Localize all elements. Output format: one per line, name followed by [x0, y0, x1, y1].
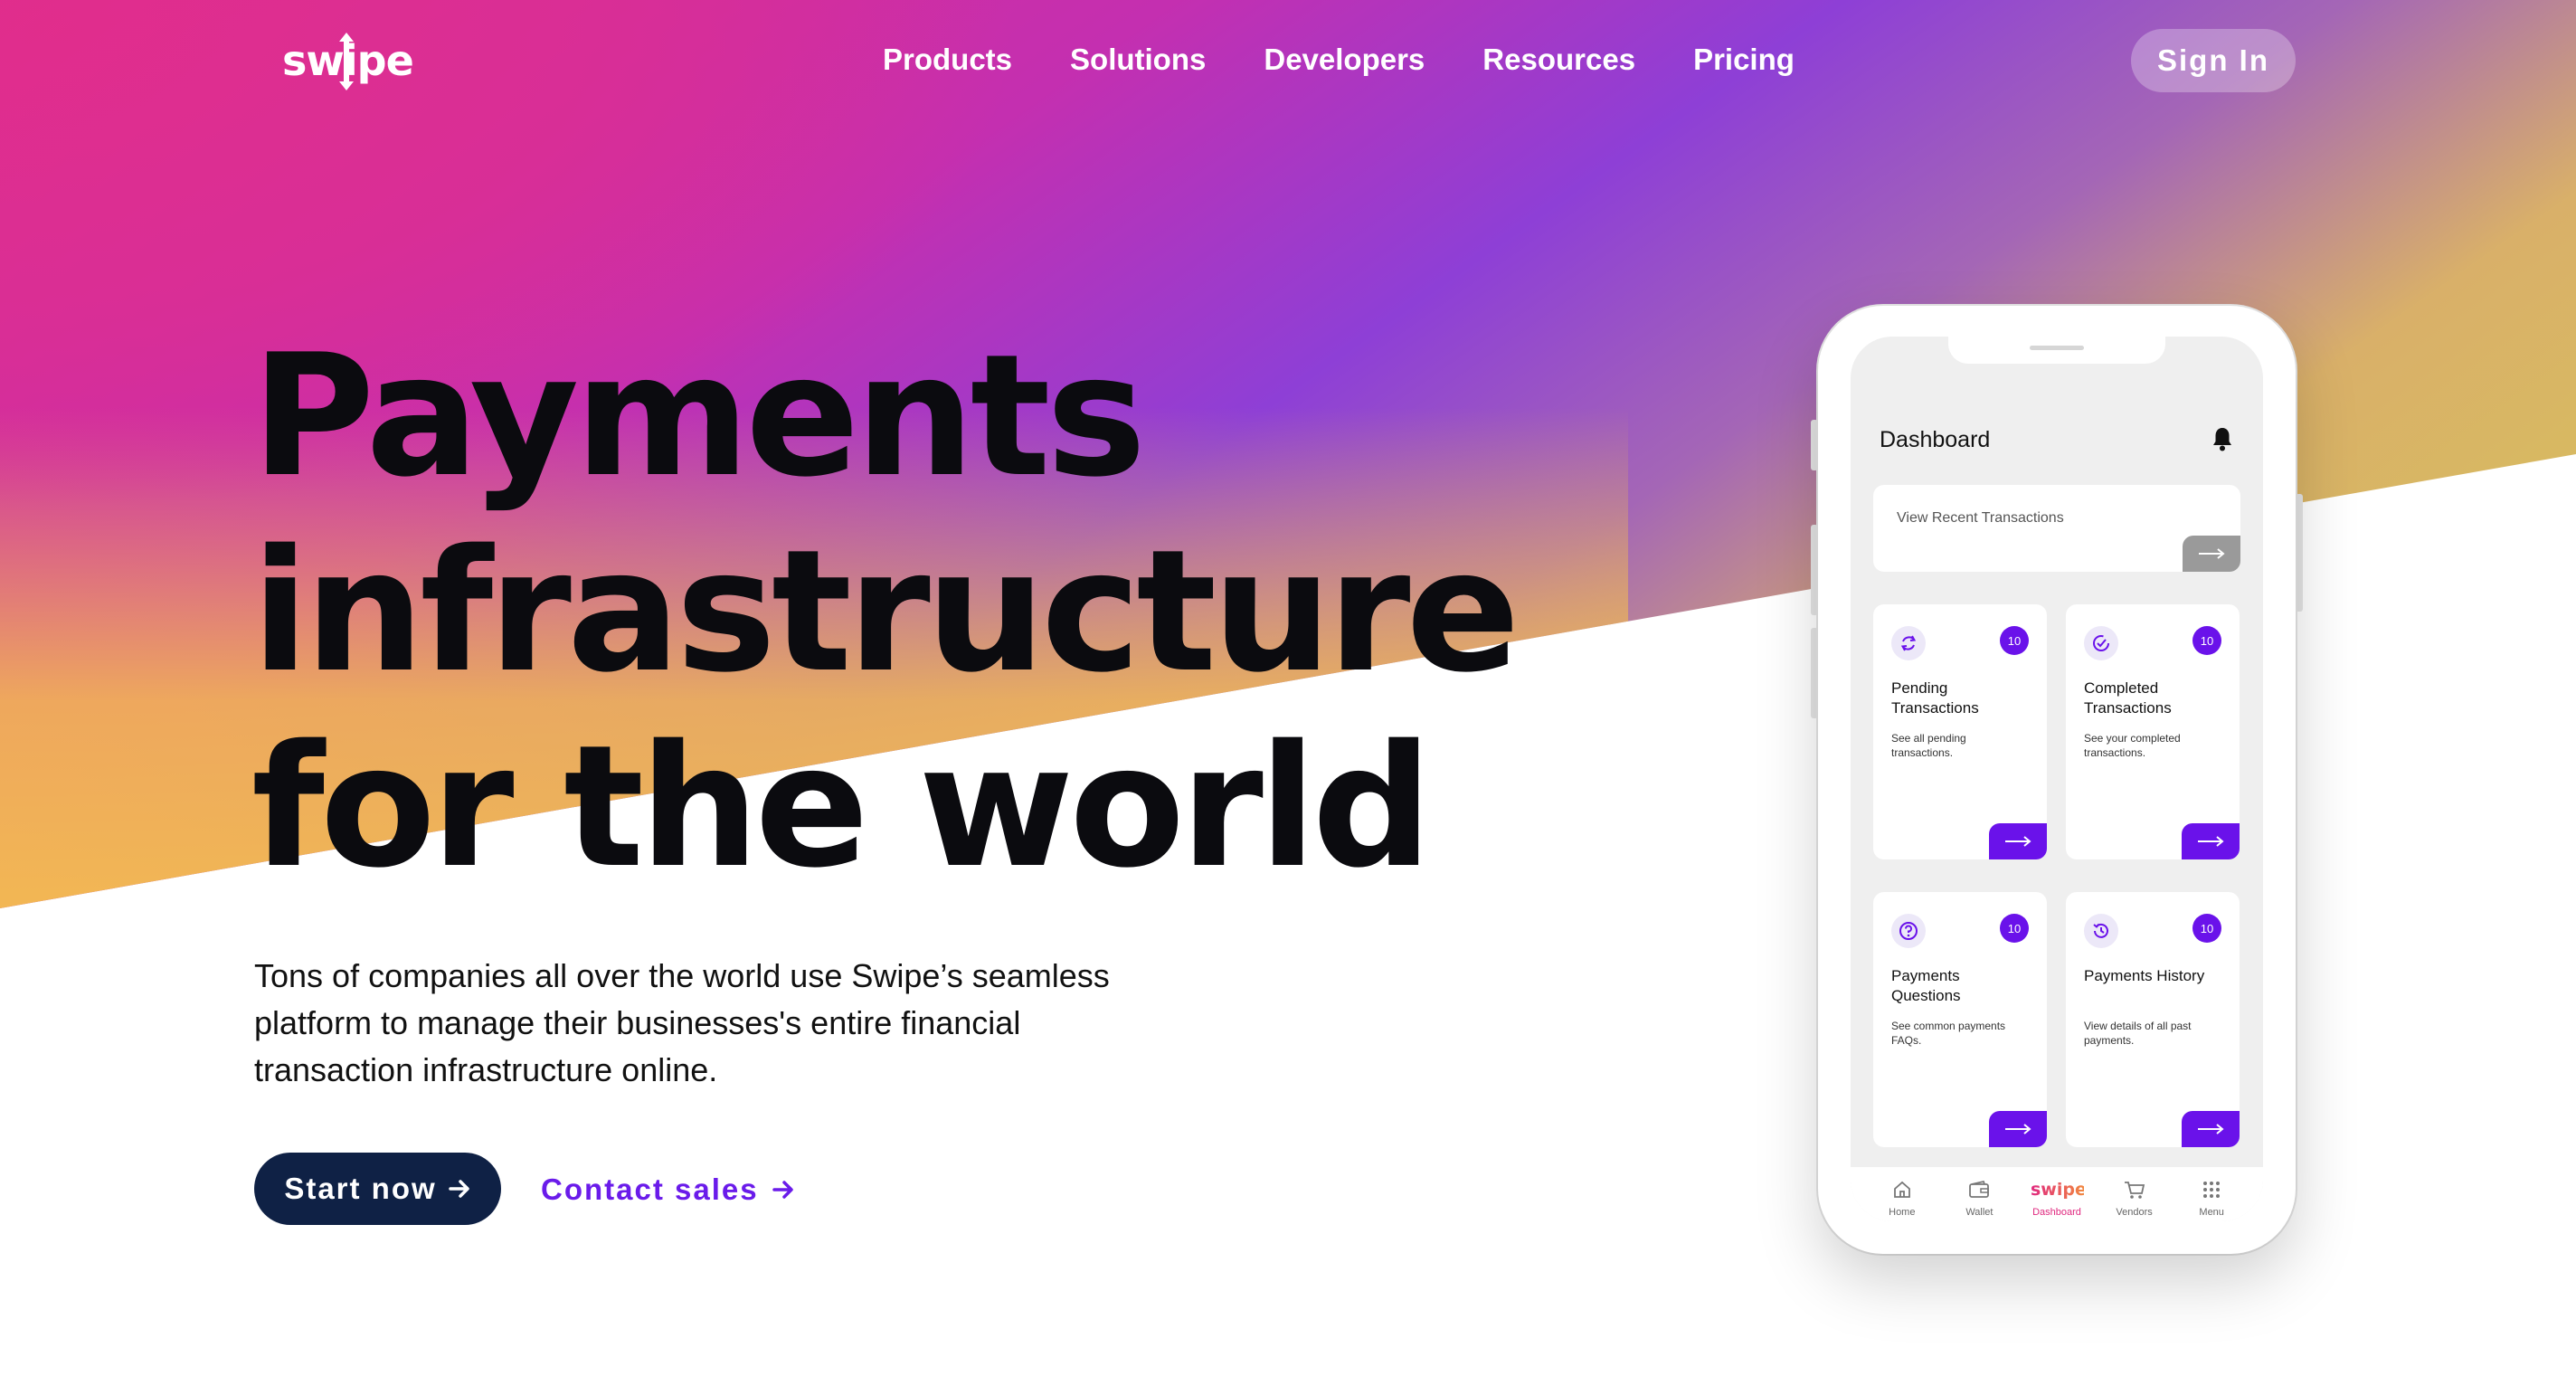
- cart-icon: [2123, 1178, 2146, 1201]
- dashboard-logo-text: swipe: [2031, 1180, 2084, 1200]
- phone-power-button: [2296, 494, 2303, 612]
- hero-title-line-1: Payments: [251, 318, 1146, 514]
- arrow-right-icon: [2005, 836, 2031, 847]
- bottom-nav-wallet[interactable]: Wallet: [1943, 1167, 2015, 1221]
- tile-payments-history[interactable]: 10 Payments History View details of all …: [2066, 892, 2240, 1147]
- tile-completed-transactions[interactable]: 10 Completed Transactions See your compl…: [2066, 604, 2240, 859]
- tile-title: Pending Transactions: [1891, 679, 1979, 717]
- tile-pending-transactions[interactable]: 10 Pending Transactions See all pending …: [1873, 604, 2047, 859]
- recent-transactions-card[interactable]: View Recent Transactions: [1873, 485, 2240, 572]
- tile-arrow-button[interactable]: [2182, 1111, 2240, 1147]
- question-icon: [1891, 914, 1926, 948]
- bottom-nav-label: Dashboard: [2032, 1207, 2081, 1218]
- tile-description: See your completed transactions.: [2084, 732, 2181, 759]
- nav-solutions[interactable]: Solutions: [1070, 34, 1206, 85]
- bottom-nav-label: Menu: [2199, 1207, 2224, 1218]
- tile-payments-questions[interactable]: 10 Payments Questions See common payment…: [1873, 892, 2047, 1147]
- phone-mockup: Dashboard View Recent Transactions 10 Pe…: [1818, 306, 2296, 1254]
- count-badge: 10: [2000, 626, 2029, 655]
- contact-sales-link[interactable]: Contact sales: [541, 1167, 795, 1212]
- hero-title-line-3: for the world: [251, 708, 1433, 905]
- tile-description: View details of all past payments.: [2084, 1020, 2192, 1047]
- arrow-right-icon: [2198, 836, 2224, 847]
- arrow-right-icon: [2199, 548, 2225, 559]
- arrow-right-icon: [772, 1181, 793, 1199]
- nav-developers[interactable]: Developers: [1264, 34, 1425, 85]
- history-icon: [2084, 914, 2118, 948]
- recent-transactions-arrow[interactable]: [2183, 536, 2240, 572]
- bottom-nav-menu[interactable]: Menu: [2175, 1167, 2248, 1221]
- bottom-nav-home[interactable]: Home: [1866, 1167, 1938, 1221]
- check-circle-icon: [2084, 626, 2118, 660]
- arrow-right-icon: [448, 1180, 469, 1198]
- hero-subtitle: Tons of companies all over the world use…: [254, 957, 1110, 1088]
- swipe-logo[interactable]: swipe: [280, 25, 416, 98]
- home-icon: [1891, 1178, 1913, 1201]
- phone-side-button: [1811, 525, 1818, 615]
- refresh-icon: [1891, 626, 1926, 660]
- tile-title: Payments Questions: [1891, 967, 1961, 1004]
- tile-arrow-button[interactable]: [1989, 1111, 2047, 1147]
- arrow-right-icon: [2005, 1124, 2031, 1134]
- bottom-nav-vendors[interactable]: Vendors: [2098, 1167, 2171, 1221]
- phone-bottom-nav: Home Wallet swipe Dashboard Vendors Menu: [1851, 1167, 2263, 1221]
- bottom-nav-label: Vendors: [2116, 1207, 2153, 1218]
- grid-icon: [2201, 1178, 2222, 1201]
- recent-transactions-label: View Recent Transactions: [1897, 510, 2064, 526]
- phone-side-button: [1811, 628, 1818, 718]
- main-nav: Products Solutions Developers Resources …: [883, 34, 1795, 85]
- bell-icon[interactable]: [2211, 425, 2234, 452]
- phone-side-button: [1811, 420, 1818, 470]
- count-badge: 10: [2192, 914, 2221, 943]
- tile-title: Payments History: [2084, 967, 2205, 984]
- bottom-nav-label: Wallet: [1965, 1207, 1994, 1218]
- contact-sales-label: Contact sales: [541, 1172, 759, 1206]
- start-now-button[interactable]: Start now: [254, 1153, 501, 1225]
- count-badge: 10: [2192, 626, 2221, 655]
- tile-arrow-button[interactable]: [2182, 823, 2240, 859]
- sign-in-button[interactable]: Sign In: [2131, 29, 2296, 92]
- tile-arrow-button[interactable]: [1989, 823, 2047, 859]
- tile-description: See all pending transactions.: [1891, 732, 1966, 759]
- hero-title: Payments infrastructure for the world: [251, 318, 1520, 905]
- arrow-right-icon: [2198, 1124, 2224, 1134]
- nav-pricing[interactable]: Pricing: [1693, 34, 1795, 85]
- dashboard-title: Dashboard: [1880, 427, 1991, 452]
- nav-products[interactable]: Products: [883, 34, 1012, 85]
- nav-resources[interactable]: Resources: [1482, 34, 1635, 85]
- bottom-nav-dashboard[interactable]: swipe Dashboard: [2021, 1167, 2093, 1221]
- phone-notch: [1948, 337, 2165, 364]
- phone-screen: Dashboard View Recent Transactions 10 Pe…: [1851, 337, 2263, 1221]
- swipe-logo-icon: swipe: [2030, 1178, 2084, 1201]
- tile-title: Completed Transactions: [2084, 679, 2172, 717]
- wallet-icon: [1967, 1178, 1991, 1201]
- bottom-nav-label: Home: [1889, 1207, 1916, 1218]
- hero-title-line-2: infrastructure: [251, 513, 1520, 709]
- count-badge: 10: [2000, 914, 2029, 943]
- tile-description: See common payments FAQs.: [1891, 1020, 2006, 1047]
- start-now-label: Start now: [284, 1172, 437, 1205]
